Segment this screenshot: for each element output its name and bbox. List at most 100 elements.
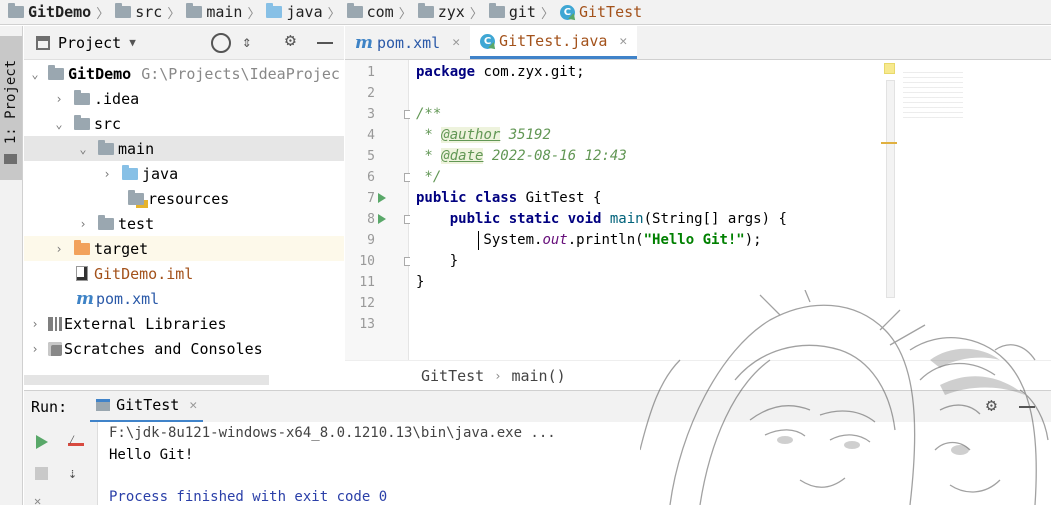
chevron-right-icon[interactable]: › <box>28 342 42 356</box>
keyword: public class <box>416 190 518 206</box>
line-number: 2 <box>367 86 375 101</box>
stop-icon[interactable] <box>35 467 48 480</box>
tree-item-target[interactable]: › target <box>24 236 344 261</box>
tree-item-path: G:\Projects\IdeaProjec <box>141 64 340 83</box>
locate-file-icon[interactable] <box>211 33 231 53</box>
chevron-right-icon[interactable]: › <box>52 242 66 256</box>
code-text: ); <box>744 232 762 248</box>
code-text: System. <box>416 232 543 248</box>
folder-icon <box>74 114 90 130</box>
wrench-icon[interactable]: ⁄ <box>68 434 84 447</box>
tab-gittest-java[interactable]: C GitTest.java ✕ <box>470 26 638 59</box>
nav-crumb-main[interactable]: main <box>186 0 242 25</box>
tree-item-label: main <box>118 139 155 158</box>
close-icon[interactable]: ✕ <box>619 34 627 49</box>
tree-item-src[interactable]: ⌄ src <box>24 111 344 136</box>
keyword: package <box>416 64 476 80</box>
chevron-right-icon[interactable]: › <box>100 167 114 181</box>
library-icon <box>48 316 62 331</box>
tree-item-external-libraries[interactable]: › External Libraries <box>24 311 344 336</box>
doc-comment: * <box>416 127 442 143</box>
code-text: .println( <box>567 232 644 248</box>
gear-icon[interactable]: ⚙ <box>986 395 997 416</box>
nav-crumb-label: zyx <box>437 3 465 21</box>
tree-item-label: src <box>94 114 122 133</box>
chevron-right-icon: 〉 <box>247 6 261 22</box>
project-view-selector[interactable]: Project ▼ <box>58 34 136 52</box>
error-stripe[interactable] <box>886 80 895 298</box>
tree-item-label: target <box>94 239 149 258</box>
run-class-icon[interactable] <box>378 193 386 203</box>
tree-item-main[interactable]: ⌄ main <box>24 136 344 161</box>
chevron-right-icon[interactable]: › <box>76 217 90 231</box>
code-minimap[interactable] <box>881 60 1047 298</box>
run-tab-gittest[interactable]: GitTest ✕ <box>90 391 204 423</box>
inspection-status-icon[interactable] <box>884 63 895 74</box>
console-command-line: F:\jdk-8u121-windows-x64_8.0.1210.13\bin… <box>109 425 556 441</box>
line-number: 8 <box>367 212 375 227</box>
code-editor[interactable]: package com.zyx.git; /** * @author 35192… <box>410 60 900 360</box>
tree-item-gitdemo-iml[interactable]: GitDemo.iml <box>24 261 344 286</box>
line-number: 11 <box>359 275 375 290</box>
tree-item-gitdemo[interactable]: ⌄ GitDemo G:\Projects\IdeaProjec <box>24 61 344 86</box>
sort-down-icon[interactable]: ⇣ <box>68 464 77 482</box>
project-panel-title: Project <box>58 33 122 52</box>
chevron-down-icon[interactable]: ⌄ <box>52 117 66 131</box>
module-folder-icon <box>48 64 64 80</box>
tree-item-idea[interactable]: › .idea <box>24 86 344 111</box>
run-console[interactable]: F:\jdk-8u121-windows-x64_8.0.1210.13\bin… <box>98 422 1051 505</box>
code-line: } <box>416 274 425 290</box>
editor-tab-bar: m pom.xml ✕ C GitTest.java ✕ <box>345 26 1051 60</box>
nav-crumb-label: java <box>286 3 323 21</box>
chevron-right-icon[interactable]: › <box>28 317 42 331</box>
tab-pom-xml[interactable]: m pom.xml ✕ <box>345 26 470 59</box>
tree-item-resources[interactable]: resources <box>24 186 344 211</box>
project-tool-window-button[interactable]: 1: Project <box>0 36 22 180</box>
code-line: public static void main(String[] args) { <box>416 209 787 230</box>
editor-gutter: 1 2 3 4 5 6 7 8 9 10 11 12 13 <box>345 60 413 360</box>
minimize-icon[interactable] <box>1019 406 1035 408</box>
close-icon[interactable]: ✕ <box>189 398 197 413</box>
chevron-down-icon[interactable]: ⌄ <box>76 142 90 156</box>
chevron-right-icon[interactable]: › <box>52 92 66 106</box>
close-icon[interactable]: ✕ <box>452 35 460 50</box>
scratches-icon <box>48 341 62 356</box>
nav-crumb-gittest[interactable]: C GitTest <box>559 0 643 25</box>
minimize-icon[interactable] <box>317 42 333 44</box>
nav-crumb-project[interactable]: GitDemo <box>8 0 91 25</box>
run-panel-label: Run: <box>31 397 68 416</box>
line-number: 5 <box>367 149 375 164</box>
package-icon <box>488 3 505 18</box>
breadcrumb-method[interactable]: main() <box>511 367 565 385</box>
code-text: com.zyx.git; <box>475 64 585 80</box>
nav-crumb-git[interactable]: git <box>488 0 536 25</box>
doc-tag: @author <box>441 127 501 143</box>
breadcrumb-class[interactable]: GitTest <box>421 367 484 385</box>
line-number: 13 <box>359 317 375 332</box>
console-exit-line: Process finished with exit code 0 <box>109 489 388 505</box>
tree-item-test[interactable]: › test <box>24 211 344 236</box>
run-method-icon[interactable] <box>378 214 386 224</box>
line-number: 9 <box>367 233 375 248</box>
nav-crumb-label: GitTest <box>578 3 643 21</box>
left-tool-stripe: 1: Project <box>0 26 23 505</box>
chevron-down-icon[interactable]: ⌄ <box>28 67 42 81</box>
tree-item-java[interactable]: › java <box>24 161 344 186</box>
collapse-all-icon[interactable]: ⇕ <box>242 32 252 51</box>
run-toolbar: ⁄ ⇣ ✕ <box>24 422 98 505</box>
nav-crumb-java[interactable]: java <box>266 0 323 25</box>
java-class-icon: C <box>559 4 575 20</box>
tree-item-scratches[interactable]: › Scratches and Consoles <box>24 336 344 361</box>
chevron-right-icon: › <box>494 368 502 383</box>
nav-crumb-zyx[interactable]: zyx <box>417 0 465 25</box>
pin-icon[interactable]: ✕ <box>34 494 41 505</box>
horizontal-scrollbar[interactable] <box>24 375 269 385</box>
code-text: GitTest { <box>517 190 602 206</box>
rerun-icon[interactable] <box>36 435 48 449</box>
nav-crumb-com[interactable]: com <box>346 0 394 25</box>
nav-crumb-src[interactable]: src <box>115 0 162 25</box>
chevron-right-icon: 〉 <box>167 6 181 22</box>
gear-icon[interactable]: ⚙ <box>285 30 296 51</box>
folder-icon <box>74 89 90 105</box>
tree-item-pom[interactable]: m pom.xml <box>24 286 344 311</box>
